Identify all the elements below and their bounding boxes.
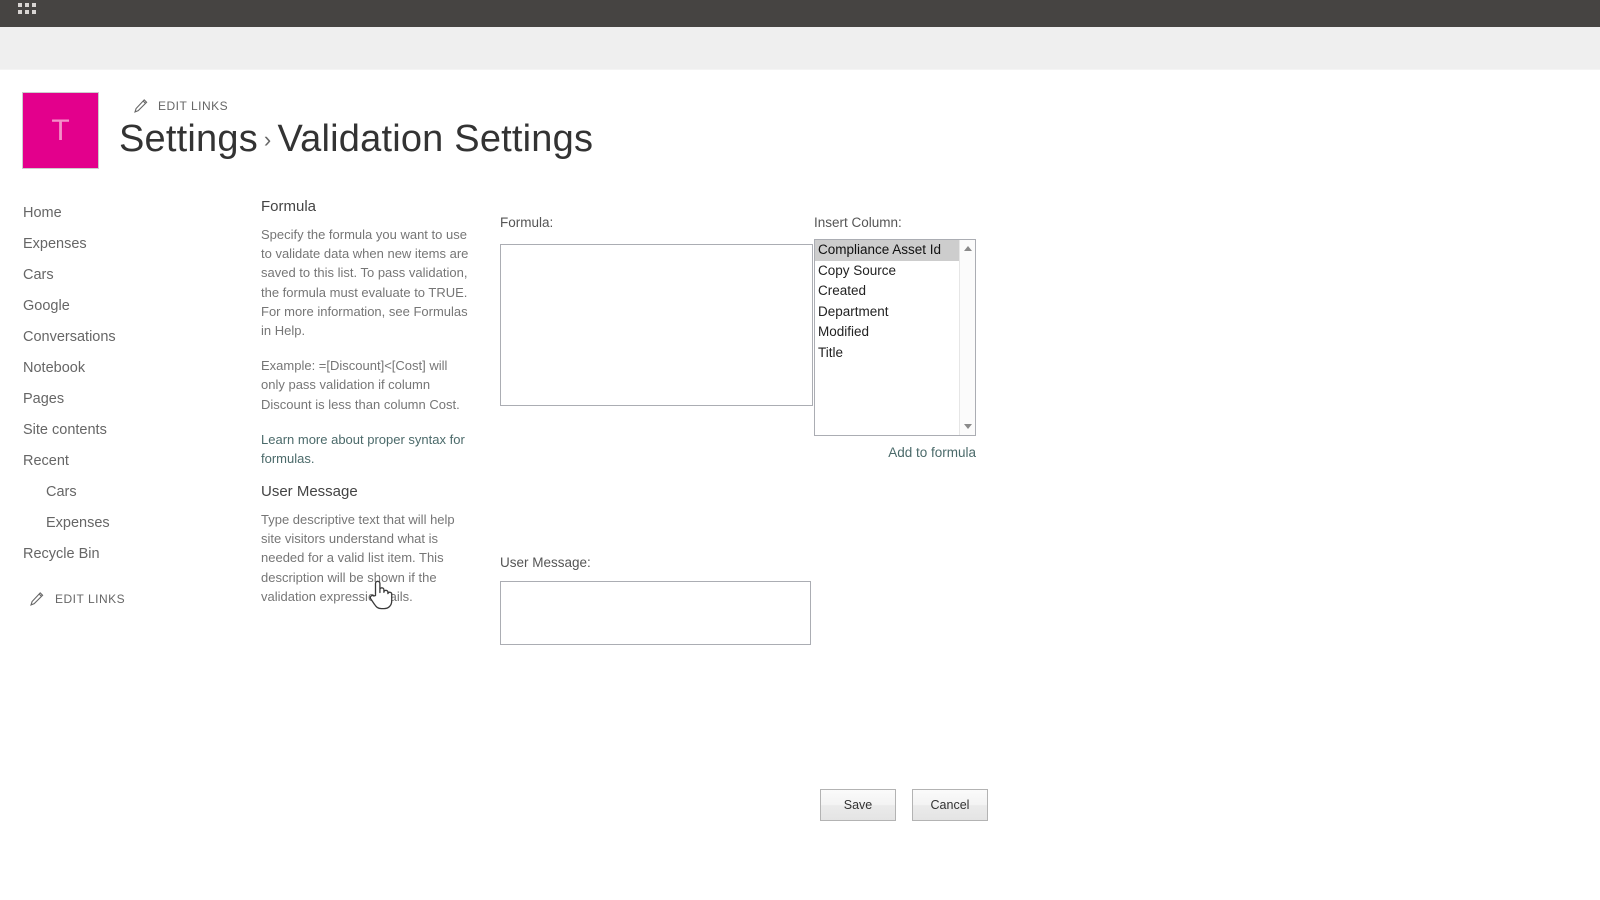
sidebar-item-recent[interactable]: Recent bbox=[0, 446, 236, 477]
formula-syntax-help-link[interactable]: Learn more about proper syntax for formu… bbox=[261, 430, 471, 468]
listbox-option[interactable]: Department bbox=[815, 302, 975, 323]
sidebar-item-home[interactable]: Home bbox=[0, 198, 236, 229]
sidebar-item-pages[interactable]: Pages bbox=[0, 384, 236, 415]
sidebar-item-conversations[interactable]: Conversations bbox=[0, 322, 236, 353]
formula-paragraph-2: Example: =[Discount]<[Cost] will only pa… bbox=[261, 358, 460, 412]
insert-column-label: Insert Column: bbox=[814, 215, 902, 230]
page-body: T EDIT LINKS Settings › Validation Setting… bbox=[0, 70, 1600, 900]
scroll-down-arrow-icon[interactable] bbox=[960, 419, 975, 434]
sidebar-item-recycle-bin[interactable]: Recycle Bin bbox=[0, 539, 236, 570]
page-title: Settings › Validation Settings bbox=[119, 118, 593, 161]
save-button[interactable]: Save bbox=[820, 789, 896, 821]
sidebar-item-expenses[interactable]: Expenses bbox=[0, 229, 236, 260]
formula-description: Formula Specify the formula you want to … bbox=[261, 198, 471, 468]
site-logo-letter: T bbox=[51, 113, 70, 147]
add-to-formula-link[interactable]: Add to formula bbox=[814, 445, 976, 460]
formula-field-label: Formula: bbox=[500, 215, 554, 230]
listbox-scrollbar[interactable] bbox=[959, 240, 975, 435]
site-logo[interactable]: T bbox=[22, 92, 99, 169]
sidebar-item-google[interactable]: Google bbox=[0, 291, 236, 322]
ribbon-band bbox=[0, 27, 1600, 70]
cancel-button[interactable]: Cancel bbox=[912, 789, 988, 821]
user-message-field-label: User Message: bbox=[500, 555, 591, 570]
formula-paragraph-1: Specify the formula you want to use to v… bbox=[261, 227, 469, 339]
user-message-paragraph: Type descriptive text that will help sit… bbox=[261, 512, 455, 604]
pencil-icon bbox=[29, 592, 44, 606]
listbox-option[interactable]: Created bbox=[815, 281, 975, 302]
user-message-description: User Message Type descriptive text that … bbox=[261, 483, 471, 622]
user-message-input[interactable] bbox=[500, 581, 811, 645]
formula-field-group: Formula: bbox=[500, 215, 813, 406]
listbox-option[interactable]: Modified bbox=[815, 322, 975, 343]
edit-links-top-label: EDIT LINKS bbox=[158, 99, 229, 113]
listbox-option[interactable]: Title bbox=[815, 343, 975, 364]
user-message-field-group: User Message: bbox=[500, 555, 811, 645]
breadcrumb-settings[interactable]: Settings bbox=[119, 118, 258, 160]
insert-column-group: Insert Column: Compliance Asset Id Copy … bbox=[814, 215, 976, 460]
listbox-option[interactable]: Copy Source bbox=[815, 261, 975, 282]
sidebar-item-cars[interactable]: Cars bbox=[0, 260, 236, 291]
suite-bar bbox=[0, 0, 1600, 27]
breadcrumb-separator-icon: › bbox=[263, 127, 272, 152]
formula-input[interactable] bbox=[500, 244, 813, 406]
pencil-icon bbox=[133, 99, 148, 113]
breadcrumb-current: Validation Settings bbox=[277, 118, 594, 160]
edit-links-sidebar[interactable]: EDIT LINKS bbox=[0, 587, 236, 611]
listbox-option[interactable]: Compliance Asset Id bbox=[815, 240, 975, 261]
scroll-up-arrow-icon[interactable] bbox=[960, 241, 975, 256]
sidebar-item-recent-cars[interactable]: Cars bbox=[0, 477, 236, 508]
sidebar-item-notebook[interactable]: Notebook bbox=[0, 353, 236, 384]
edit-links-top[interactable]: EDIT LINKS bbox=[133, 99, 228, 113]
sidebar-item-site-contents[interactable]: Site contents bbox=[0, 415, 236, 446]
user-message-heading: User Message bbox=[261, 483, 358, 500]
sidebar-item-recent-expenses[interactable]: Expenses bbox=[0, 508, 236, 539]
left-navigation: Home Expenses Cars Google Conversations … bbox=[0, 198, 236, 611]
edit-links-sidebar-label: EDIT LINKS bbox=[55, 592, 126, 606]
form-actions: Save Cancel bbox=[820, 789, 988, 821]
insert-column-listbox[interactable]: Compliance Asset Id Copy Source Created … bbox=[814, 239, 976, 436]
app-launcher-waffle-icon[interactable] bbox=[18, 0, 40, 18]
formula-heading: Formula bbox=[261, 198, 317, 215]
